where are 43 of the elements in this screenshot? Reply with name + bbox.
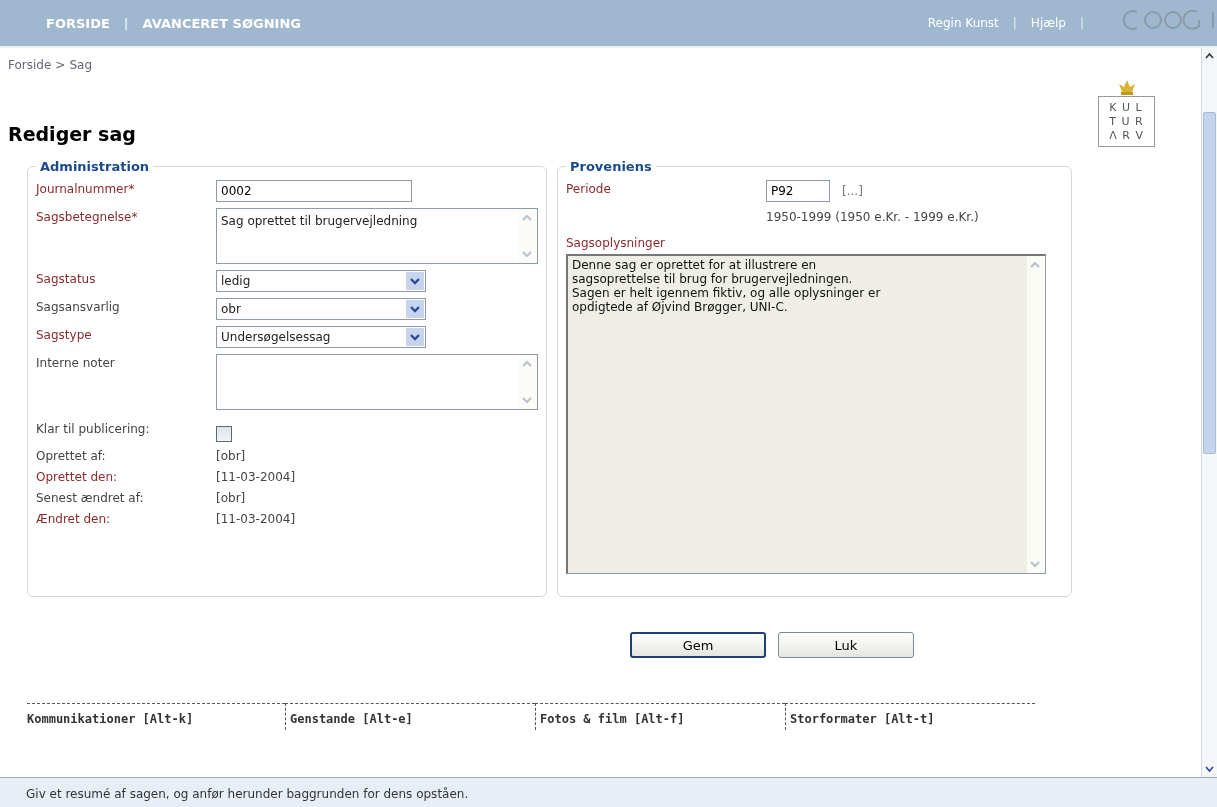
field-label: Oprettet af: — [36, 448, 107, 463]
field-label: Ændret den: — [36, 511, 112, 526]
input-field[interactable]: 0002 — [216, 180, 412, 202]
nav-separator: | — [1078, 16, 1085, 30]
field-label: Sagstatus — [36, 271, 97, 286]
field-label: Oprettet den: — [36, 469, 119, 484]
field-label: Sagsansvarlig — [36, 299, 121, 314]
field-label: Klar til publicering: — [36, 421, 151, 436]
logo-text: Λ R V — [1109, 129, 1144, 142]
breadcrumb-separator: > — [55, 58, 66, 72]
form-button[interactable]: Luk — [778, 632, 914, 658]
dropdown[interactable]: obr — [216, 298, 426, 320]
breadcrumb-link[interactable]: Forside — [8, 58, 52, 72]
tab[interactable]: Genstande [Alt-e] — [285, 703, 535, 730]
field-value: [11-03-2004] — [216, 469, 296, 484]
field-label: Journalnummer* — [36, 181, 136, 196]
input-field[interactable]: P92 — [766, 180, 830, 202]
panel-legend: Proveniens — [566, 159, 656, 174]
logo-text: T U R — [1109, 115, 1144, 128]
breadcrumb-link[interactable]: Sag — [69, 58, 92, 72]
status-bar: Giv et resumé af sagen, og anfør herunder baggrunden for dens opståen. — [0, 777, 1217, 807]
period-description: 1950-1999 (1950 e.Kr. - 1999 e.Kr.) — [766, 210, 980, 224]
lookup-link[interactable]: [...] — [842, 180, 863, 202]
page-title: Rediger sag — [8, 123, 136, 145]
field-value: [obr] — [216, 490, 246, 505]
form-button[interactable]: Gem — [630, 632, 766, 658]
logo-text: K U L — [1109, 101, 1144, 114]
tab[interactable]: Fotos & film [Alt-f] — [535, 703, 785, 730]
field-label: Periode — [566, 181, 612, 198]
field-label: Sagsoplysninger — [566, 236, 666, 250]
field-label: Senest ændret af: — [36, 490, 145, 505]
nav-separator: | — [1011, 16, 1018, 30]
nav-separator: | — [122, 15, 130, 31]
dropdown[interactable]: Undersøgelsessag — [216, 326, 426, 348]
field-value: [11-03-2004] — [216, 511, 296, 526]
field-value: [obr] — [216, 448, 246, 463]
tab[interactable]: Kommunikationer [Alt-k] — [27, 703, 285, 730]
dropdown[interactable]: ledig — [216, 270, 426, 292]
tab[interactable]: Storformater [Alt-t] — [785, 703, 1035, 730]
field-label: Sagsbetegnelse* — [36, 209, 139, 224]
panel-legend: Administration — [36, 159, 154, 174]
field-label: Interne noter — [36, 355, 116, 370]
field-label: Sagstype — [36, 327, 93, 342]
